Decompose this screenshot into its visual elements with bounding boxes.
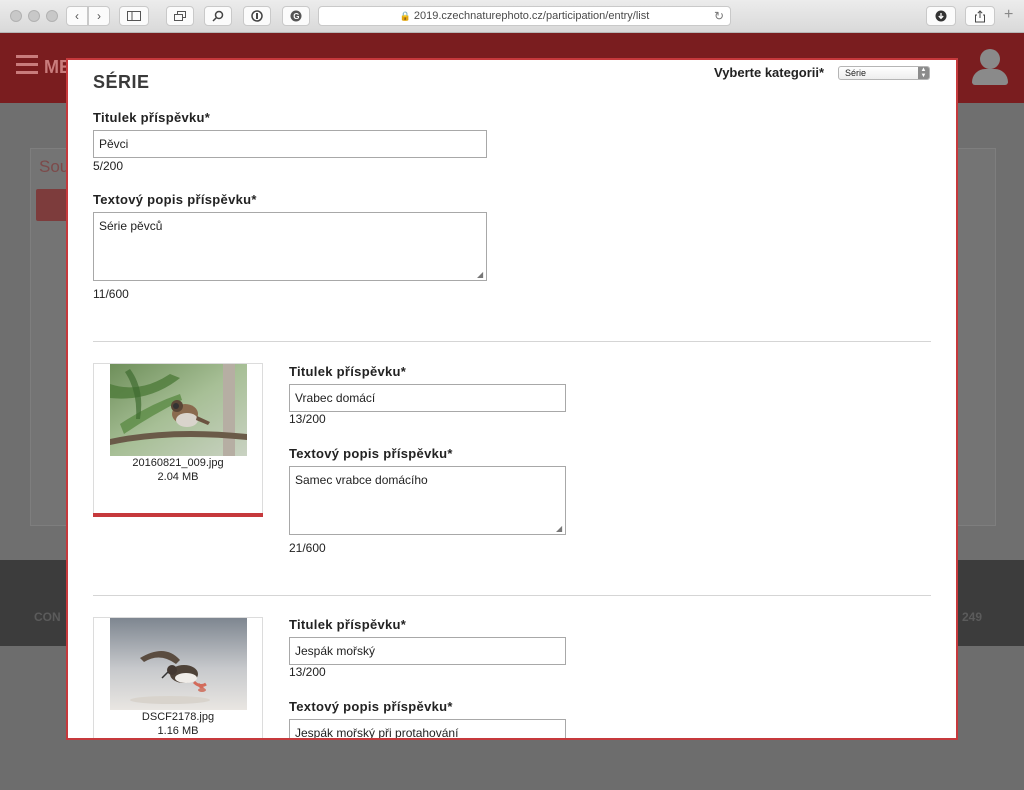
resize-grip-icon[interactable]: ◢ <box>477 271 485 279</box>
close-window-button[interactable] <box>10 10 22 22</box>
footer-right-text: 249 <box>962 610 983 624</box>
category-label: Vyberte kategorii* <box>714 65 825 80</box>
share-button[interactable] <box>965 6 995 26</box>
search-icon <box>212 10 224 22</box>
photo-filesize: 1.16 MB <box>157 725 199 737</box>
entry-desc-textarea[interactable]: Samec vrabce domácího ◢ <box>289 466 566 535</box>
photo-filename: 20160821_009.jpg <box>132 457 224 469</box>
series-desc-counter: 11/600 <box>93 287 129 301</box>
category-selected-value: Série <box>845 68 867 78</box>
hamburger-menu-icon <box>16 55 38 79</box>
url-text: 2019.czechnaturephoto.cz/participation/e… <box>413 10 650 22</box>
back-button[interactable]: ‹ <box>66 6 88 26</box>
downloads-button[interactable] <box>926 6 956 26</box>
tabs-overview-button[interactable] <box>166 6 194 26</box>
password-manager-button[interactable] <box>243 6 271 26</box>
photo-thumbnail <box>110 364 247 456</box>
forward-button[interactable]: › <box>88 6 110 26</box>
entry-desc-value: Jespák mořský při protahování <box>295 726 459 740</box>
photo-card[interactable]: 20160821_009.jpg 2.04 MB <box>93 363 263 517</box>
share-icon <box>975 9 985 22</box>
upload-progress-bar <box>93 513 263 517</box>
series-title-counter: 5/200 <box>93 159 124 173</box>
grammarly-icon: G <box>290 10 302 22</box>
photo-filename: DSCF2178.jpg <box>141 711 215 723</box>
footer-left-text: CON <box>34 610 61 624</box>
grammarly-button[interactable]: G <box>282 6 310 26</box>
modal-title: SÉRIE <box>93 72 150 92</box>
reload-icon[interactable]: ↻ <box>714 9 724 23</box>
photo-card[interactable]: DSCF2178.jpg 1.16 MB <box>93 617 263 738</box>
select-arrows-icon: ▲ ▼ <box>918 67 929 79</box>
section-divider <box>93 595 931 596</box>
tabs-icon <box>174 11 186 21</box>
entry-title-input[interactable]: Vrabec domácí <box>289 384 566 412</box>
series-desc-label: Textový popis příspěvku* <box>93 192 257 207</box>
entry-title-counter: 13/200 <box>289 665 326 679</box>
category-select[interactable]: Série ▲ ▼ <box>838 66 930 80</box>
series-desc-textarea[interactable]: Série pěvců ◢ <box>93 212 487 281</box>
background-card-title: Sou <box>39 157 70 176</box>
entry-desc-label: Textový popis příspěvku* <box>289 446 453 461</box>
entry-title-label: Titulek příspěvku* <box>289 364 407 379</box>
svg-text:G: G <box>293 12 299 21</box>
info-circle-icon <box>251 10 263 22</box>
entry-title-input[interactable]: Jespák mořský <box>289 637 566 665</box>
lock-icon: 🔒 <box>399 10 411 21</box>
photo-filesize: 2.04 MB <box>157 471 199 483</box>
chevron-right-icon: › <box>97 9 101 23</box>
entry-edit-modal: SÉRIE Vyberte kategorii* Série ▲ ▼ Titule… <box>66 58 958 740</box>
photo-thumbnail <box>110 618 247 710</box>
chevron-left-icon: ‹ <box>75 9 79 23</box>
section-divider <box>93 341 931 342</box>
series-title-label: Titulek příspěvku* <box>93 110 211 125</box>
minimize-window-button[interactable] <box>28 10 40 22</box>
entry-desc-textarea[interactable]: Jespák mořský při protahování <box>289 719 566 740</box>
sidebar-icon <box>127 11 141 21</box>
user-avatar-icon <box>970 49 1010 89</box>
entry-title-label: Titulek příspěvku* <box>289 617 407 632</box>
entry-desc-value: Samec vrabce domácího <box>295 473 428 487</box>
search-button[interactable] <box>204 6 232 26</box>
series-title-input[interactable]: Pěvci <box>93 130 487 158</box>
resize-grip-icon[interactable]: ◢ <box>556 525 564 533</box>
sidebar-button[interactable] <box>119 6 149 26</box>
zoom-window-button[interactable] <box>46 10 58 22</box>
browser-toolbar: ‹ › G 🔒 2019.czechnaturephoto.cz/partici… <box>0 0 1024 33</box>
series-desc-value: Série pěvců <box>99 219 163 233</box>
download-icon <box>935 10 947 22</box>
address-bar[interactable]: 🔒 2019.czechnaturephoto.cz/participation… <box>318 6 731 26</box>
entry-title-counter: 13/200 <box>289 412 326 426</box>
entry-desc-counter: 21/600 <box>289 541 326 555</box>
entry-desc-label: Textový popis příspěvku* <box>289 699 453 714</box>
new-tab-button[interactable]: + <box>1004 6 1013 24</box>
